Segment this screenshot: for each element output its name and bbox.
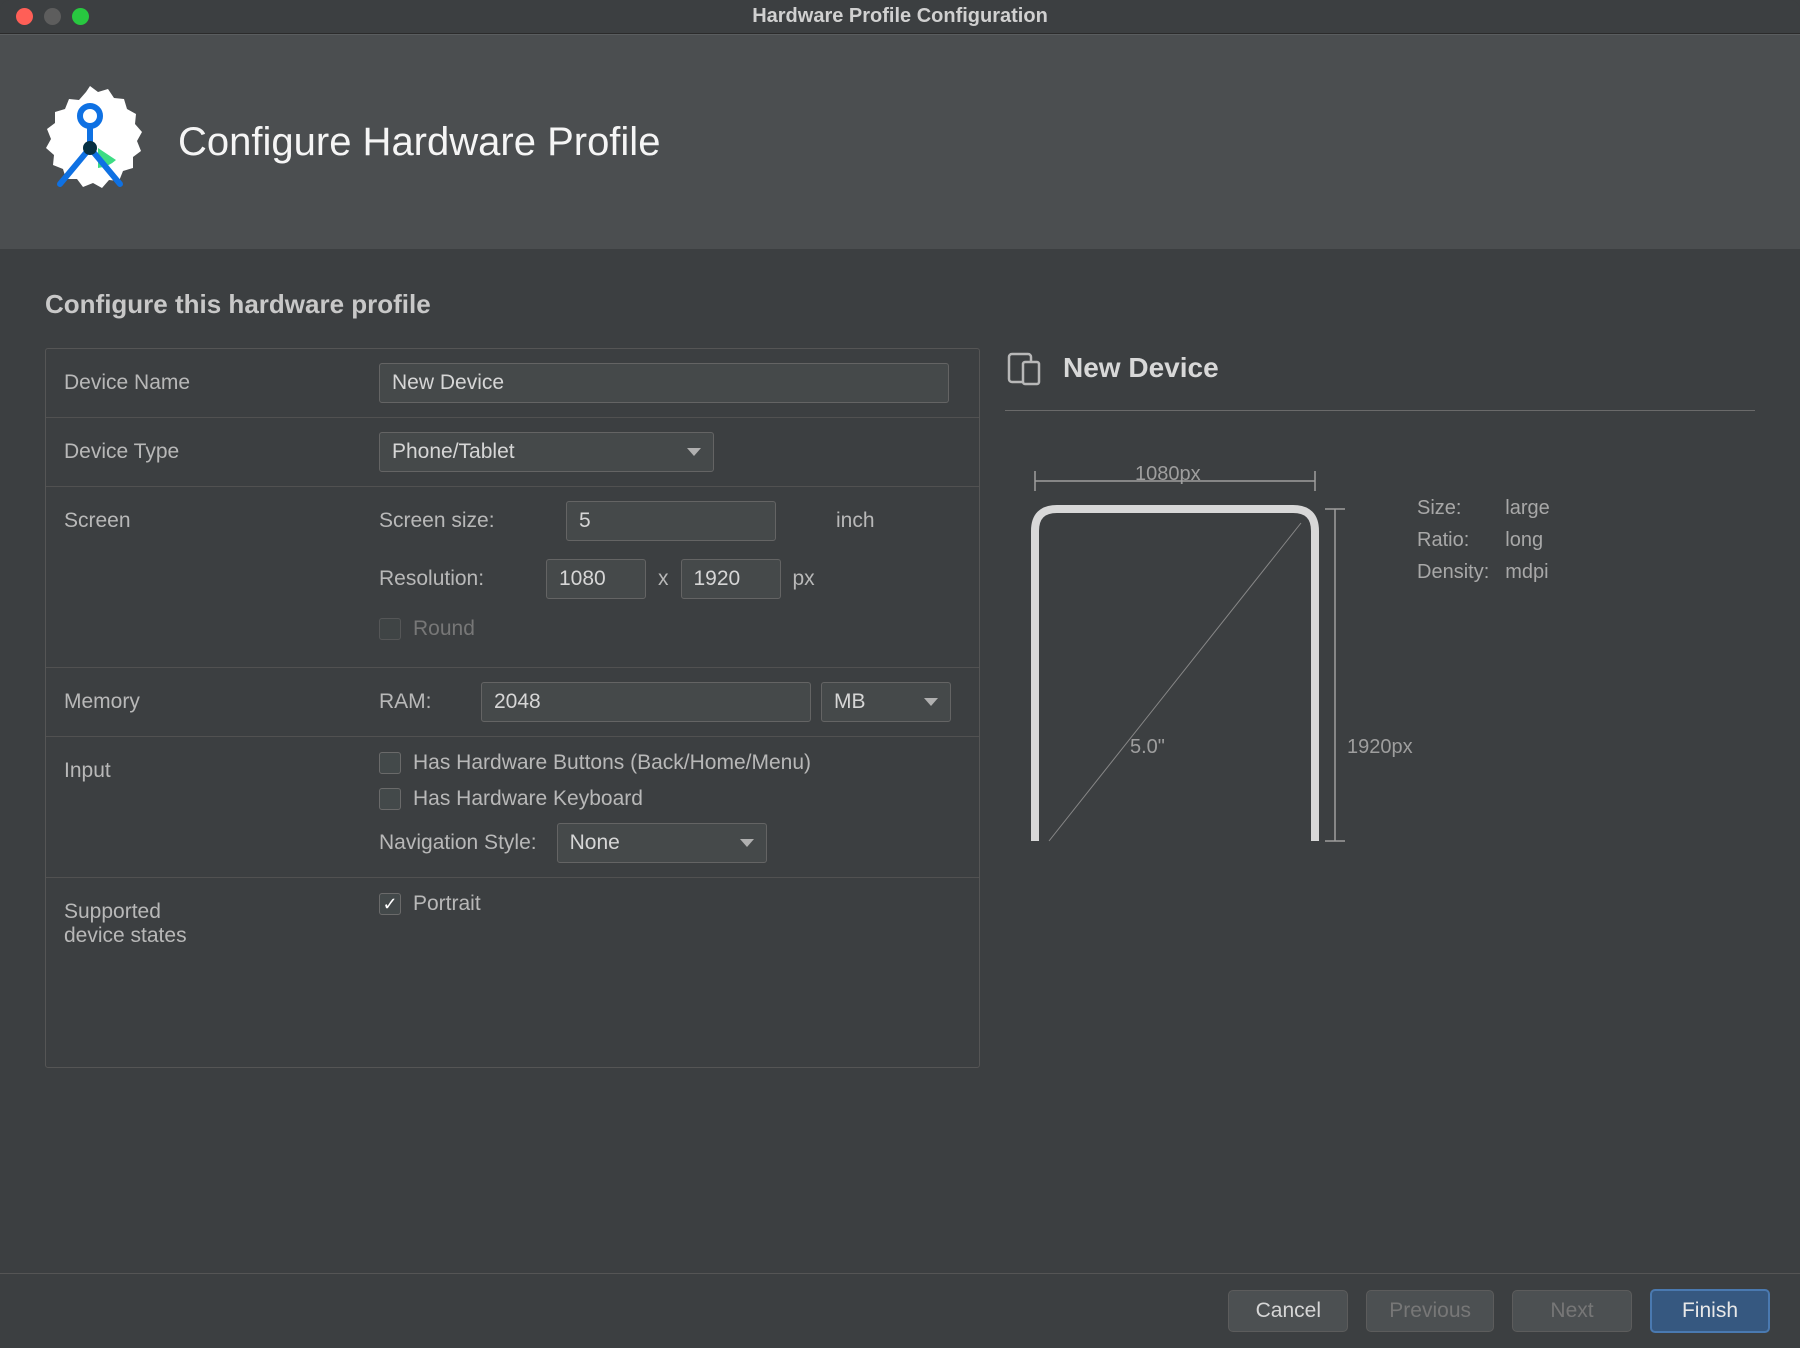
hw-buttons-label: Has Hardware Buttons (Back/Home/Menu) — [413, 751, 811, 775]
previous-button: Previous — [1366, 1290, 1494, 1332]
size-stat-value: large — [1505, 493, 1549, 523]
ratio-stat-label: Ratio: — [1417, 525, 1503, 555]
input-label: Input — [64, 751, 379, 783]
density-stat-label: Density: — [1417, 557, 1503, 587]
footer: Cancel Previous Next Finish — [0, 1273, 1800, 1348]
hw-keyboard-label: Has Hardware Keyboard — [413, 787, 643, 811]
screen-size-input[interactable] — [566, 501, 776, 541]
device-name-label: Device Name — [64, 363, 379, 395]
finish-button[interactable]: Finish — [1650, 1289, 1770, 1333]
device-type-label: Device Type — [64, 432, 379, 464]
supported-states-label: Supported device states — [64, 892, 379, 948]
device-name-input[interactable] — [379, 363, 949, 403]
screen-label: Screen — [64, 501, 379, 533]
checkbox-icon — [379, 618, 401, 640]
size-stat-label: Size: — [1417, 493, 1503, 523]
hw-keyboard-checkbox[interactable]: Has Hardware Keyboard — [379, 787, 961, 811]
form-panel: Device Name Device Type Phone/Tablet Scr… — [45, 348, 980, 1068]
screen-size-unit: inch — [836, 509, 875, 533]
chevron-down-icon — [924, 698, 938, 706]
device-type-select[interactable]: Phone/Tablet — [379, 432, 714, 472]
width-label: 1080px — [1135, 463, 1201, 486]
device-type-value: Phone/Tablet — [392, 440, 515, 464]
resolution-height-input[interactable] — [681, 559, 781, 599]
preview-panel: New Device 1080px 1 — [1005, 348, 1755, 1068]
checkbox-icon — [379, 752, 401, 774]
ram-unit-select[interactable]: MB — [821, 682, 951, 722]
devices-icon — [1005, 348, 1045, 388]
android-studio-logo-icon — [30, 82, 150, 202]
memory-label: Memory — [64, 682, 379, 714]
section-subtitle: Configure this hardware profile — [45, 289, 1755, 320]
nav-style-label: Navigation Style: — [379, 831, 537, 855]
height-label: 1920px — [1347, 736, 1413, 759]
hw-buttons-checkbox[interactable]: Has Hardware Buttons (Back/Home/Menu) — [379, 751, 961, 775]
resolution-separator: x — [658, 567, 669, 591]
preview-stats: Size: large Ratio: long Density: mdpi — [1415, 491, 1552, 589]
titlebar: Hardware Profile Configuration — [0, 0, 1800, 34]
device-diagram: 1080px 1920px 5.0" Size: large Ratio: lo… — [1005, 461, 1485, 841]
nav-style-select[interactable]: None — [557, 823, 767, 863]
window-title: Hardware Profile Configuration — [0, 5, 1800, 28]
chevron-down-icon — [740, 839, 754, 847]
nav-style-value: None — [570, 831, 620, 855]
portrait-checkbox[interactable]: Portrait — [379, 892, 961, 916]
round-checkbox: Round — [379, 617, 475, 641]
chevron-down-icon — [687, 448, 701, 456]
diagonal-label: 5.0" — [1130, 736, 1165, 759]
screen-size-label: Screen size: — [379, 509, 554, 533]
density-stat-value: mdpi — [1505, 557, 1549, 587]
resolution-label: Resolution: — [379, 567, 534, 591]
ratio-stat-value: long — [1505, 525, 1549, 555]
round-label: Round — [413, 617, 475, 641]
ram-unit-value: MB — [834, 690, 866, 714]
resolution-width-input[interactable] — [546, 559, 646, 599]
page-title: Configure Hardware Profile — [178, 120, 660, 165]
preview-title: New Device — [1063, 352, 1219, 384]
ram-input[interactable] — [481, 682, 811, 722]
portrait-label: Portrait — [413, 892, 481, 916]
resolution-unit: px — [793, 567, 815, 591]
cancel-button[interactable]: Cancel — [1228, 1290, 1348, 1332]
checkbox-checked-icon — [379, 893, 401, 915]
next-button: Next — [1512, 1290, 1632, 1332]
ram-label: RAM: — [379, 690, 469, 714]
checkbox-icon — [379, 788, 401, 810]
header: Configure Hardware Profile — [0, 34, 1800, 249]
